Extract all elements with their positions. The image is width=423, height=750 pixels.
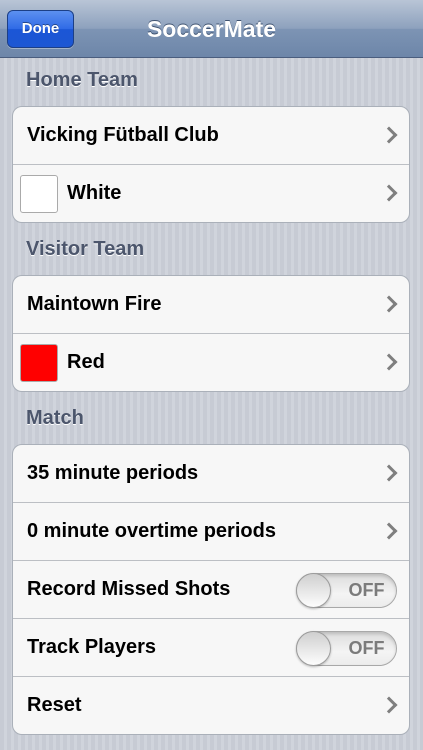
track-players-row: Track Players OFF bbox=[13, 618, 409, 676]
visitor-color-swatch bbox=[20, 344, 58, 382]
visitor-team-color-row[interactable]: Red bbox=[13, 333, 409, 391]
page-title: SoccerMate bbox=[146, 16, 277, 42]
home-team-color-row[interactable]: White bbox=[13, 164, 409, 222]
toggle-state: OFF bbox=[348, 580, 385, 600]
home-team-group: Vicking Fütball Club White bbox=[12, 106, 410, 223]
toggle-state: OFF bbox=[348, 638, 385, 658]
visitor-team-color: Red bbox=[67, 351, 105, 373]
chevron-right-icon bbox=[380, 464, 398, 482]
period-length: 35 minute periods bbox=[27, 462, 199, 484]
section-header-visitor-team: Visitor Team bbox=[26, 238, 145, 260]
record-missed-shots-row: Record Missed Shots OFF bbox=[13, 560, 409, 618]
chevron-right-icon bbox=[380, 295, 398, 313]
chevron-right-icon bbox=[380, 184, 398, 202]
record-missed-shots-label: Record Missed Shots bbox=[27, 578, 231, 600]
section-header-home-team: Home Team bbox=[26, 69, 138, 91]
overtime-length-row[interactable]: 0 minute overtime periods bbox=[13, 502, 409, 560]
chevron-right-icon bbox=[380, 126, 398, 144]
visitor-team-name-row[interactable]: Maintown Fire bbox=[13, 276, 409, 333]
reset-label: Reset bbox=[27, 694, 82, 716]
overtime-length: 0 minute overtime periods bbox=[27, 520, 276, 542]
visitor-team-group: Maintown Fire Red bbox=[12, 275, 410, 392]
navigation-bar: Done SoccerMate bbox=[0, 0, 423, 58]
match-settings-group: 35 minute periods 0 minute overtime peri… bbox=[12, 444, 410, 735]
section-header-match: Match bbox=[26, 407, 84, 429]
chevron-right-icon bbox=[380, 696, 398, 714]
reset-row[interactable]: Reset bbox=[13, 676, 409, 734]
track-players-toggle[interactable]: OFF bbox=[296, 631, 397, 666]
home-team-name: Vicking Fütball Club bbox=[27, 124, 219, 146]
chevron-right-icon bbox=[380, 353, 398, 371]
toggle-knob bbox=[296, 631, 331, 666]
record-missed-shots-toggle[interactable]: OFF bbox=[296, 573, 397, 608]
chevron-right-icon bbox=[380, 522, 398, 540]
toggle-knob bbox=[296, 573, 331, 608]
visitor-team-name: Maintown Fire bbox=[27, 293, 162, 315]
home-team-color: White bbox=[67, 182, 122, 204]
period-length-row[interactable]: 35 minute periods bbox=[13, 445, 409, 502]
track-players-label: Track Players bbox=[27, 636, 156, 658]
home-color-swatch bbox=[20, 175, 58, 213]
home-team-name-row[interactable]: Vicking Fütball Club bbox=[13, 107, 409, 164]
